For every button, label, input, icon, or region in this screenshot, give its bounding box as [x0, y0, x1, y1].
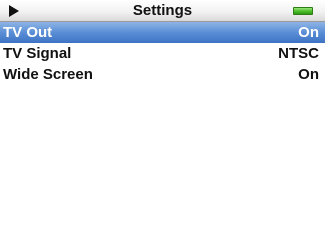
menu-item-label: Wide Screen — [3, 66, 93, 83]
menu-item-label: TV Signal — [3, 45, 72, 62]
menu-item-tv-out[interactable]: TV Out On — [0, 22, 325, 43]
menu-item-tv-signal[interactable]: TV Signal NTSC — [0, 43, 325, 64]
menu-item-value: NTSC — [278, 45, 319, 62]
ipod-settings-screen: Settings TV Out On TV Signal NTSC Wide S… — [0, 0, 325, 247]
menu-item-value: On — [298, 66, 319, 83]
title-bar: Settings — [0, 0, 325, 22]
page-title: Settings — [132, 2, 193, 19]
menu-item-label: TV Out — [3, 24, 53, 41]
menu-item-value: On — [298, 24, 319, 41]
battery-icon — [293, 7, 313, 15]
settings-menu: TV Out On TV Signal NTSC Wide Screen On — [0, 22, 325, 85]
menu-item-wide-screen[interactable]: Wide Screen On — [0, 64, 325, 85]
